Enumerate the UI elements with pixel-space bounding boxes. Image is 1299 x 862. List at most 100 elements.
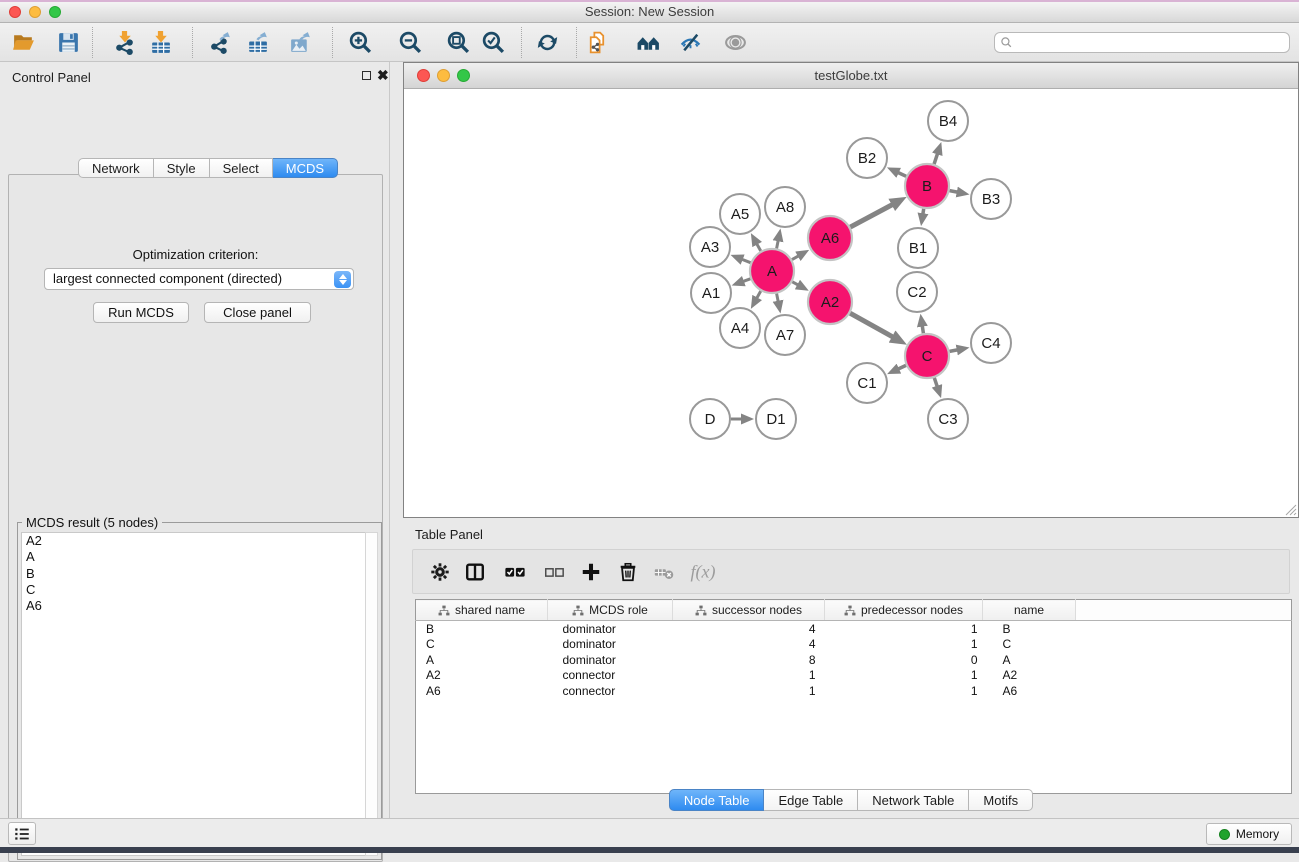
graph-node-C2[interactable]: C2 — [897, 272, 937, 312]
graph-edge-A6-B[interactable] — [850, 204, 893, 227]
graph-node-A3[interactable]: A3 — [690, 227, 730, 267]
tab-motifs[interactable]: Motifs — [969, 789, 1033, 811]
open-file-button[interactable] — [8, 27, 38, 57]
mcds-result-item[interactable]: A — [22, 549, 365, 565]
graph-edge-B-B2[interactable] — [897, 172, 906, 176]
graph-edge-C-C4[interactable] — [950, 350, 959, 352]
tab-network[interactable]: Network — [78, 158, 154, 178]
graph-node-B4[interactable]: B4 — [928, 101, 968, 141]
graph-edge-A-A6[interactable] — [792, 255, 800, 259]
network-zoom-light[interactable] — [457, 69, 470, 82]
search-input[interactable] — [1013, 34, 1289, 51]
mcds-result-list[interactable]: A2ABCA6 — [21, 532, 366, 856]
delete-rows-button[interactable] — [617, 561, 639, 583]
task-history-button[interactable] — [8, 822, 36, 845]
export-table-button[interactable] — [242, 27, 272, 57]
table-row[interactable]: Cdominator41C — [416, 636, 1292, 652]
import-table-button[interactable] — [145, 27, 175, 57]
home-view-button[interactable] — [633, 27, 663, 57]
graph-node-C[interactable]: C — [905, 334, 949, 378]
duplicate-network-button[interactable] — [582, 27, 612, 57]
graph-edge-C-C1[interactable] — [897, 365, 906, 369]
graph-node-A[interactable]: A — [750, 249, 794, 293]
graph-node-A1[interactable]: A1 — [691, 273, 731, 313]
export-image-button[interactable] — [285, 27, 315, 57]
table-row[interactable]: A2connector11A2 — [416, 668, 1292, 684]
graph-node-C4[interactable]: C4 — [971, 323, 1011, 363]
graph-node-B1[interactable]: B1 — [898, 228, 938, 268]
search-field[interactable] — [994, 32, 1290, 53]
minimize-traffic-light[interactable] — [29, 6, 41, 18]
criterion-select[interactable]: largest connected component (directed) — [44, 268, 354, 290]
graph-edge-A-A2[interactable] — [792, 282, 799, 286]
column-header-MCDS-role[interactable]: MCDS role — [548, 600, 673, 621]
save-session-button[interactable] — [53, 27, 83, 57]
tab-style[interactable]: Style — [154, 158, 210, 178]
graph-node-A8[interactable]: A8 — [765, 187, 805, 227]
close-panel-button[interactable]: Close panel — [204, 302, 311, 323]
graph-edge-A-A5[interactable] — [756, 243, 761, 251]
graph-edge-B-B1[interactable] — [923, 209, 924, 216]
column-header-successor-nodes[interactable]: successor nodes — [673, 600, 825, 621]
tab-network-table[interactable]: Network Table — [858, 789, 969, 811]
tab-mcds[interactable]: MCDS — [273, 158, 338, 178]
column-header-name[interactable]: name — [983, 600, 1076, 621]
graph-edge-A-A3[interactable] — [741, 259, 751, 263]
network-minimize-light[interactable] — [437, 69, 450, 82]
zoom-traffic-light[interactable] — [49, 6, 61, 18]
graph-node-A5[interactable]: A5 — [720, 194, 760, 234]
zoom-selected-button[interactable] — [478, 27, 508, 57]
mcds-result-item[interactable]: C — [22, 582, 365, 598]
run-mcds-button[interactable]: Run MCDS — [93, 302, 189, 323]
graph-node-A6[interactable]: A6 — [808, 216, 852, 260]
tab-edge-table[interactable]: Edge Table — [764, 789, 858, 811]
graph-edge-A-A8[interactable] — [777, 239, 779, 248]
memory-button[interactable]: Memory — [1206, 823, 1292, 845]
import-network-button[interactable] — [109, 27, 139, 57]
mcds-result-item[interactable]: A6 — [22, 598, 365, 614]
table-row[interactable]: Adominator80A — [416, 652, 1292, 668]
graph-edge-A2-C[interactable] — [850, 313, 894, 337]
mcds-result-item[interactable]: B — [22, 566, 365, 582]
show-eye-button[interactable] — [720, 27, 750, 57]
graph-node-C3[interactable]: C3 — [928, 399, 968, 439]
graph-node-C1[interactable]: C1 — [847, 363, 887, 403]
graph-node-A7[interactable]: A7 — [765, 315, 805, 355]
graph-node-B[interactable]: B — [905, 164, 949, 208]
network-canvas[interactable]: B4 B2 B B3 B1 A5A8A6 A3 A A1A4A7A2 C2 C4 C C1 C3 D D1 — [404, 89, 1298, 517]
zoom-out-button[interactable] — [395, 27, 425, 57]
graph-node-B2[interactable]: B2 — [847, 138, 887, 178]
graph-node-A2[interactable]: A2 — [808, 280, 852, 324]
delete-column-button[interactable] — [653, 561, 675, 583]
graph-node-B3[interactable]: B3 — [971, 179, 1011, 219]
export-network-button[interactable] — [205, 27, 235, 57]
hide-panels-button[interactable] — [675, 27, 705, 57]
float-panel-icon[interactable] — [362, 71, 371, 80]
select-all-checks-button[interactable] — [504, 561, 526, 583]
tab-select[interactable]: Select — [210, 158, 273, 178]
resize-grip-icon[interactable] — [1283, 502, 1297, 516]
add-row-button[interactable] — [580, 561, 602, 583]
apply-function-icon[interactable]: f(x) — [691, 561, 716, 582]
refresh-layout-button[interactable] — [532, 27, 562, 57]
graph-edge-A-A7[interactable] — [777, 294, 779, 303]
column-header-shared-name[interactable]: shared name — [416, 600, 548, 621]
mcds-result-scrollbar[interactable] — [365, 532, 378, 856]
graph-edge-B-B4[interactable] — [934, 152, 938, 164]
table-settings-gear-button[interactable] — [429, 561, 451, 583]
zoom-in-button[interactable] — [345, 27, 375, 57]
graph-edge-B-B3[interactable] — [950, 191, 959, 193]
network-window-titlebar[interactable]: testGlobe.txt — [404, 63, 1298, 89]
graph-node-D1[interactable]: D1 — [756, 399, 796, 439]
zoom-fit-button[interactable] — [443, 27, 473, 57]
close-panel-icon[interactable]: ✖ — [377, 66, 389, 84]
graph-node-D[interactable]: D — [690, 399, 730, 439]
show-columns-button[interactable] — [464, 561, 486, 583]
graph-node-A4[interactable]: A4 — [720, 308, 760, 348]
deselect-all-checks-button[interactable] — [543, 561, 565, 583]
column-header-predecessor-nodes[interactable]: predecessor nodes — [825, 600, 983, 621]
graph-edge-C-C3[interactable] — [934, 378, 937, 388]
table-row[interactable]: Bdominator41B — [416, 621, 1292, 637]
mcds-result-item[interactable]: A2 — [22, 533, 365, 549]
network-close-light[interactable] — [417, 69, 430, 82]
